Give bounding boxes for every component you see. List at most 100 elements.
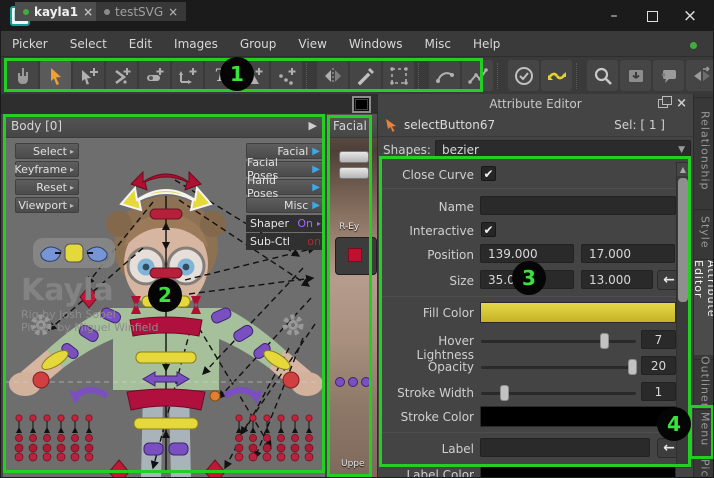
add-text-button-button[interactable]: T [205, 60, 236, 91]
ikfk-switch-widget[interactable] [33, 238, 115, 268]
label-color-swatch[interactable] [480, 464, 676, 478]
add-select-button-button[interactable] [73, 60, 104, 91]
tab-close-icon[interactable]: × [83, 5, 93, 19]
check-apply-button[interactable] [508, 60, 539, 91]
size-height-input[interactable]: 13.000 [581, 270, 653, 289]
picker-canvas-panel[interactable]: Kayla Rig by Josh Sobel Picker by Miguel… [3, 114, 325, 478]
fill-color-label: Fill Color [378, 306, 474, 320]
menu-group[interactable]: Group [229, 31, 288, 57]
facial-picker-strip[interactable]: R-Ey Uppe Facial [327, 114, 377, 478]
maximize-button[interactable] [633, 1, 671, 31]
add-slider-button-button[interactable] [139, 60, 170, 91]
expand-arrow-icon[interactable]: ▶ [309, 119, 317, 132]
curve-tool-button[interactable] [429, 60, 460, 91]
shapes-dropdown[interactable]: bezier ▼ [435, 140, 691, 159]
color-eyedropper-button[interactable] [350, 60, 381, 91]
add-command-button-button[interactable] [106, 60, 137, 91]
triangle-plus-icon [244, 66, 264, 86]
menu-picker[interactable]: Picker [1, 31, 59, 57]
add-points-tool-button[interactable] [271, 60, 302, 91]
side-tab-picker[interactable]: Pic [694, 457, 714, 478]
hand-tool-button[interactable] [7, 60, 38, 91]
menu-misc[interactable]: Misc [413, 31, 462, 57]
fill-color-swatch[interactable] [480, 302, 676, 323]
zoom-search-button[interactable] [587, 60, 618, 91]
menu-windows[interactable]: Windows [338, 31, 414, 57]
facial-header[interactable]: Facial [327, 114, 377, 138]
slider-thumb[interactable] [500, 385, 509, 401]
interactive-checkbox[interactable]: ✔ [481, 222, 496, 237]
eye-control-box[interactable] [335, 237, 377, 275]
toolbar-separator [576, 63, 583, 89]
flip-mirror-button[interactable] [541, 60, 572, 91]
comment-tool-button[interactable] [653, 60, 684, 91]
brow-dot-button[interactable] [361, 377, 371, 387]
side-tab-style[interactable]: Style [694, 209, 714, 255]
opacity-value[interactable]: 20 [641, 356, 676, 375]
scrollbar-thumb[interactable] [678, 178, 688, 302]
hover-lightness-slider[interactable] [481, 340, 636, 343]
minimize-button[interactable]: – [595, 1, 633, 31]
stroke-width-slider[interactable] [481, 392, 636, 395]
tab-kayla1[interactable]: kayla1 × [15, 2, 101, 21]
menu-images[interactable]: Images [163, 31, 229, 57]
add-shape-button-button[interactable] [238, 60, 269, 91]
subctl-value: on [307, 235, 321, 248]
tab-testsvg[interactable]: testSVG × [96, 2, 186, 21]
brow-dot-button[interactable] [335, 377, 345, 387]
scrollbar[interactable]: ▲ [676, 162, 690, 468]
menu-view[interactable]: View [287, 31, 337, 57]
tab-label: kayla1 [34, 5, 78, 19]
swatch-square-button[interactable] [352, 96, 371, 113]
tab-close-icon[interactable]: × [168, 5, 178, 19]
position-x-input[interactable]: 139.000 [480, 244, 574, 263]
menu-help[interactable]: Help [462, 31, 511, 57]
opacity-slider[interactable] [481, 366, 636, 369]
eye-red-button[interactable] [348, 248, 362, 262]
facial-grey-button[interactable] [339, 151, 369, 163]
menu-edit[interactable]: Edit [118, 31, 163, 57]
close-button[interactable]: × [671, 1, 709, 31]
add-move-button-button[interactable] [172, 60, 203, 91]
hover-lightness-value[interactable]: 7 [641, 330, 676, 349]
stroke-width-value[interactable]: 1 [641, 382, 676, 401]
brow-dot-button[interactable] [348, 377, 358, 387]
picker-group-header[interactable]: Body [0] ▶ [3, 114, 325, 138]
size-width-input[interactable]: 35.000 [480, 270, 574, 289]
select-menu-button[interactable]: Select▸ [15, 143, 79, 159]
node-row: selectButton67 Sel: [ 1 ] [378, 114, 693, 137]
side-tab-outliner[interactable]: Outliner [694, 359, 714, 405]
misc-button[interactable]: Misc▶ [246, 197, 325, 213]
zigzag-curve-button[interactable] [462, 60, 493, 91]
position-label: Position [378, 248, 474, 262]
menu-select[interactable]: Select [59, 31, 118, 57]
side-tab-menu[interactable]: Menu [694, 409, 714, 449]
marquee-select-button[interactable] [383, 60, 414, 91]
shaper-toggle[interactable]: Shaper On ▸ [246, 215, 325, 232]
side-tab-relationship[interactable]: Relationship [694, 97, 714, 203]
label-input[interactable] [480, 438, 650, 457]
stroke-color-swatch[interactable] [480, 406, 676, 427]
mirror-export-button[interactable] [686, 60, 714, 91]
scroll-up-icon[interactable]: ▲ [677, 163, 689, 176]
credit-line-2: Picker by Miguel Winfield [21, 321, 158, 334]
reset-menu-button[interactable]: Reset▸ [15, 179, 79, 195]
shapes-label: Shapes: [383, 143, 431, 157]
name-input[interactable] [480, 196, 676, 215]
side-tab-attribute-editor[interactable]: Attribute Editor [694, 259, 714, 355]
panel-close-icon[interactable]: × [676, 97, 687, 110]
slider-thumb[interactable] [628, 359, 637, 375]
mirror-tool-button[interactable] [317, 60, 348, 91]
keyframe-menu-button[interactable]: Keyframe▸ [15, 161, 79, 177]
viewport-menu-button[interactable]: Viewport▸ [15, 197, 79, 213]
float-panel-icon[interactable] [658, 99, 668, 108]
import-image-button[interactable] [620, 60, 651, 91]
close-curve-checkbox[interactable]: ✔ [481, 166, 496, 181]
subctl-label: Sub-Ctl [250, 235, 290, 248]
slider-thumb[interactable] [600, 333, 609, 349]
subctl-toggle[interactable]: Sub-Ctl on [246, 233, 325, 250]
position-y-input[interactable]: 17.000 [581, 244, 675, 263]
select-arrow-tool-button[interactable] [40, 60, 71, 91]
hand-poses-button[interactable]: Hand Poses▶ [246, 179, 325, 195]
facial-grey-button[interactable] [339, 167, 369, 179]
